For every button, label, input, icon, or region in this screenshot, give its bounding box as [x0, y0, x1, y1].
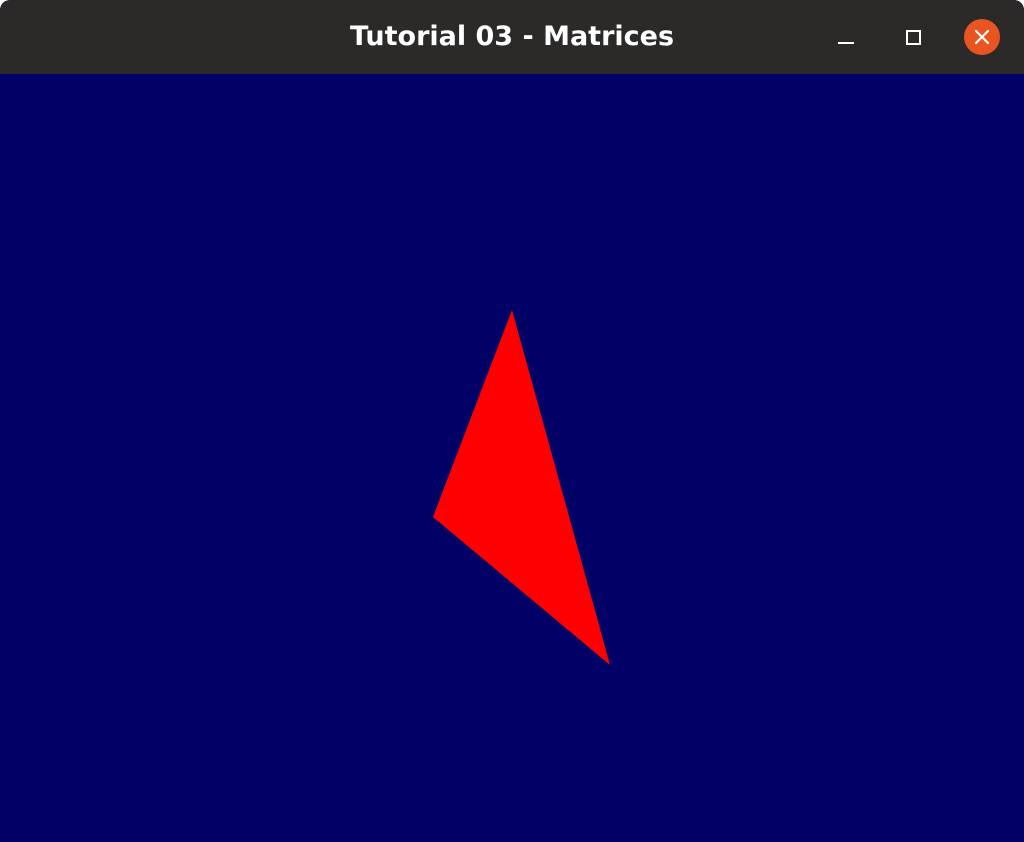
close-icon	[974, 29, 990, 45]
close-button[interactable]	[964, 19, 1000, 55]
maximize-icon	[906, 30, 921, 45]
gl-viewport[interactable]	[0, 74, 1024, 842]
minimize-button[interactable]	[828, 19, 864, 55]
window-titlebar[interactable]: Tutorial 03 - Matrices	[0, 0, 1024, 74]
minimize-icon	[838, 42, 854, 44]
maximize-button[interactable]	[896, 19, 932, 55]
app-window: Tutorial 03 - Matrices	[0, 0, 1024, 842]
window-title: Tutorial 03 - Matrices	[349, 21, 675, 52]
